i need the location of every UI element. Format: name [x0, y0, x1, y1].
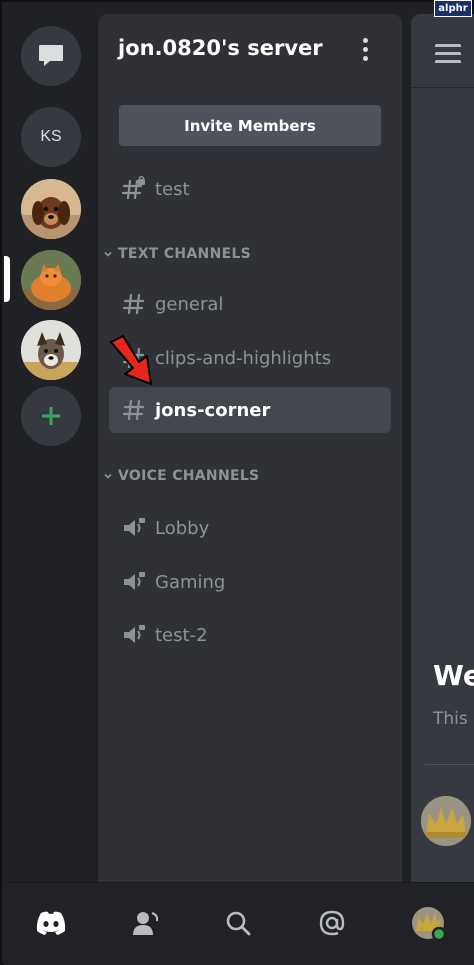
- welcome-subtitle: This: [433, 709, 468, 729]
- nav-mentions[interactable]: [312, 903, 352, 943]
- voice-channels-category[interactable]: VOICE CHANNELS: [102, 468, 259, 484]
- speaker-locked-icon: [119, 620, 149, 650]
- voice-channel-lobby[interactable]: Lobby: [109, 505, 391, 551]
- category-label: VOICE CHANNELS: [118, 468, 260, 484]
- invite-members-button[interactable]: Invite Members: [119, 105, 381, 146]
- crown-avatar: [421, 796, 471, 846]
- voice-channel-gaming[interactable]: Gaming: [109, 559, 391, 605]
- chat-header: [411, 14, 474, 88]
- app-frame: KS jon.0820's server Invite Members test…: [0, 0, 474, 965]
- voice-channel-test-2[interactable]: test-2: [109, 612, 391, 658]
- nav-profile[interactable]: [408, 903, 448, 943]
- locked-hash-icon: [119, 174, 149, 204]
- channel-label: jons-corner: [155, 399, 271, 421]
- plus-icon: [42, 407, 60, 425]
- bottom-navigation: [4, 882, 474, 965]
- message-avatar[interactable]: [421, 796, 471, 846]
- channel-general[interactable]: general: [109, 281, 391, 327]
- nav-search[interactable]: [218, 903, 258, 943]
- channel-panel: jon.0820's server Invite Members test TE…: [98, 14, 402, 882]
- channel-label: general: [155, 293, 224, 315]
- dog-avatar: [21, 179, 81, 239]
- chevron-down-icon: [104, 473, 112, 479]
- server-dog[interactable]: [21, 179, 81, 239]
- direct-messages-button[interactable]: [21, 26, 81, 86]
- nav-home[interactable]: [31, 903, 71, 943]
- discord-icon: [36, 911, 66, 935]
- cat-avatar: [21, 250, 81, 310]
- selected-server-indicator: [4, 256, 10, 302]
- mentions-icon: [319, 910, 345, 936]
- welcome-title: We: [433, 659, 474, 692]
- server-rail: KS: [4, 4, 98, 882]
- message-icon: [39, 45, 63, 66]
- add-server-button[interactable]: [21, 386, 81, 446]
- channel-label: Gaming: [155, 571, 226, 593]
- watermark-logo: alphr: [434, 0, 472, 17]
- friends-icon: [133, 912, 159, 935]
- server-ks-label: KS: [40, 128, 62, 145]
- speaker-locked-icon: [119, 567, 149, 597]
- annotation-arrow-icon: [110, 335, 152, 385]
- search-icon: [226, 911, 251, 936]
- divider: [425, 764, 474, 765]
- chevron-down-icon: [104, 251, 112, 257]
- menu-icon[interactable]: [435, 44, 461, 64]
- hash-icon: [119, 289, 149, 319]
- server-ks[interactable]: KS: [21, 107, 81, 167]
- server-name[interactable]: jon.0820's server: [118, 36, 323, 60]
- channel-label: test: [155, 178, 190, 200]
- category-label: TEXT CHANNELS: [118, 246, 252, 262]
- dog-avatar-2: [21, 320, 81, 380]
- channel-label: clips-and-highlights: [155, 347, 332, 369]
- channel-label: test-2: [155, 624, 208, 646]
- profile-avatar: [412, 907, 446, 941]
- text-channels-category[interactable]: TEXT CHANNELS: [102, 246, 251, 262]
- more-options-icon[interactable]: [360, 38, 370, 64]
- hash-icon: [119, 395, 149, 425]
- server-cat[interactable]: [21, 250, 81, 310]
- channel-test[interactable]: test: [109, 166, 391, 212]
- channel-label: Lobby: [155, 517, 210, 539]
- server-dog-2[interactable]: [21, 320, 81, 380]
- nav-friends[interactable]: [125, 903, 165, 943]
- chat-area: We This: [411, 14, 474, 882]
- speaker-locked-icon: [119, 513, 149, 543]
